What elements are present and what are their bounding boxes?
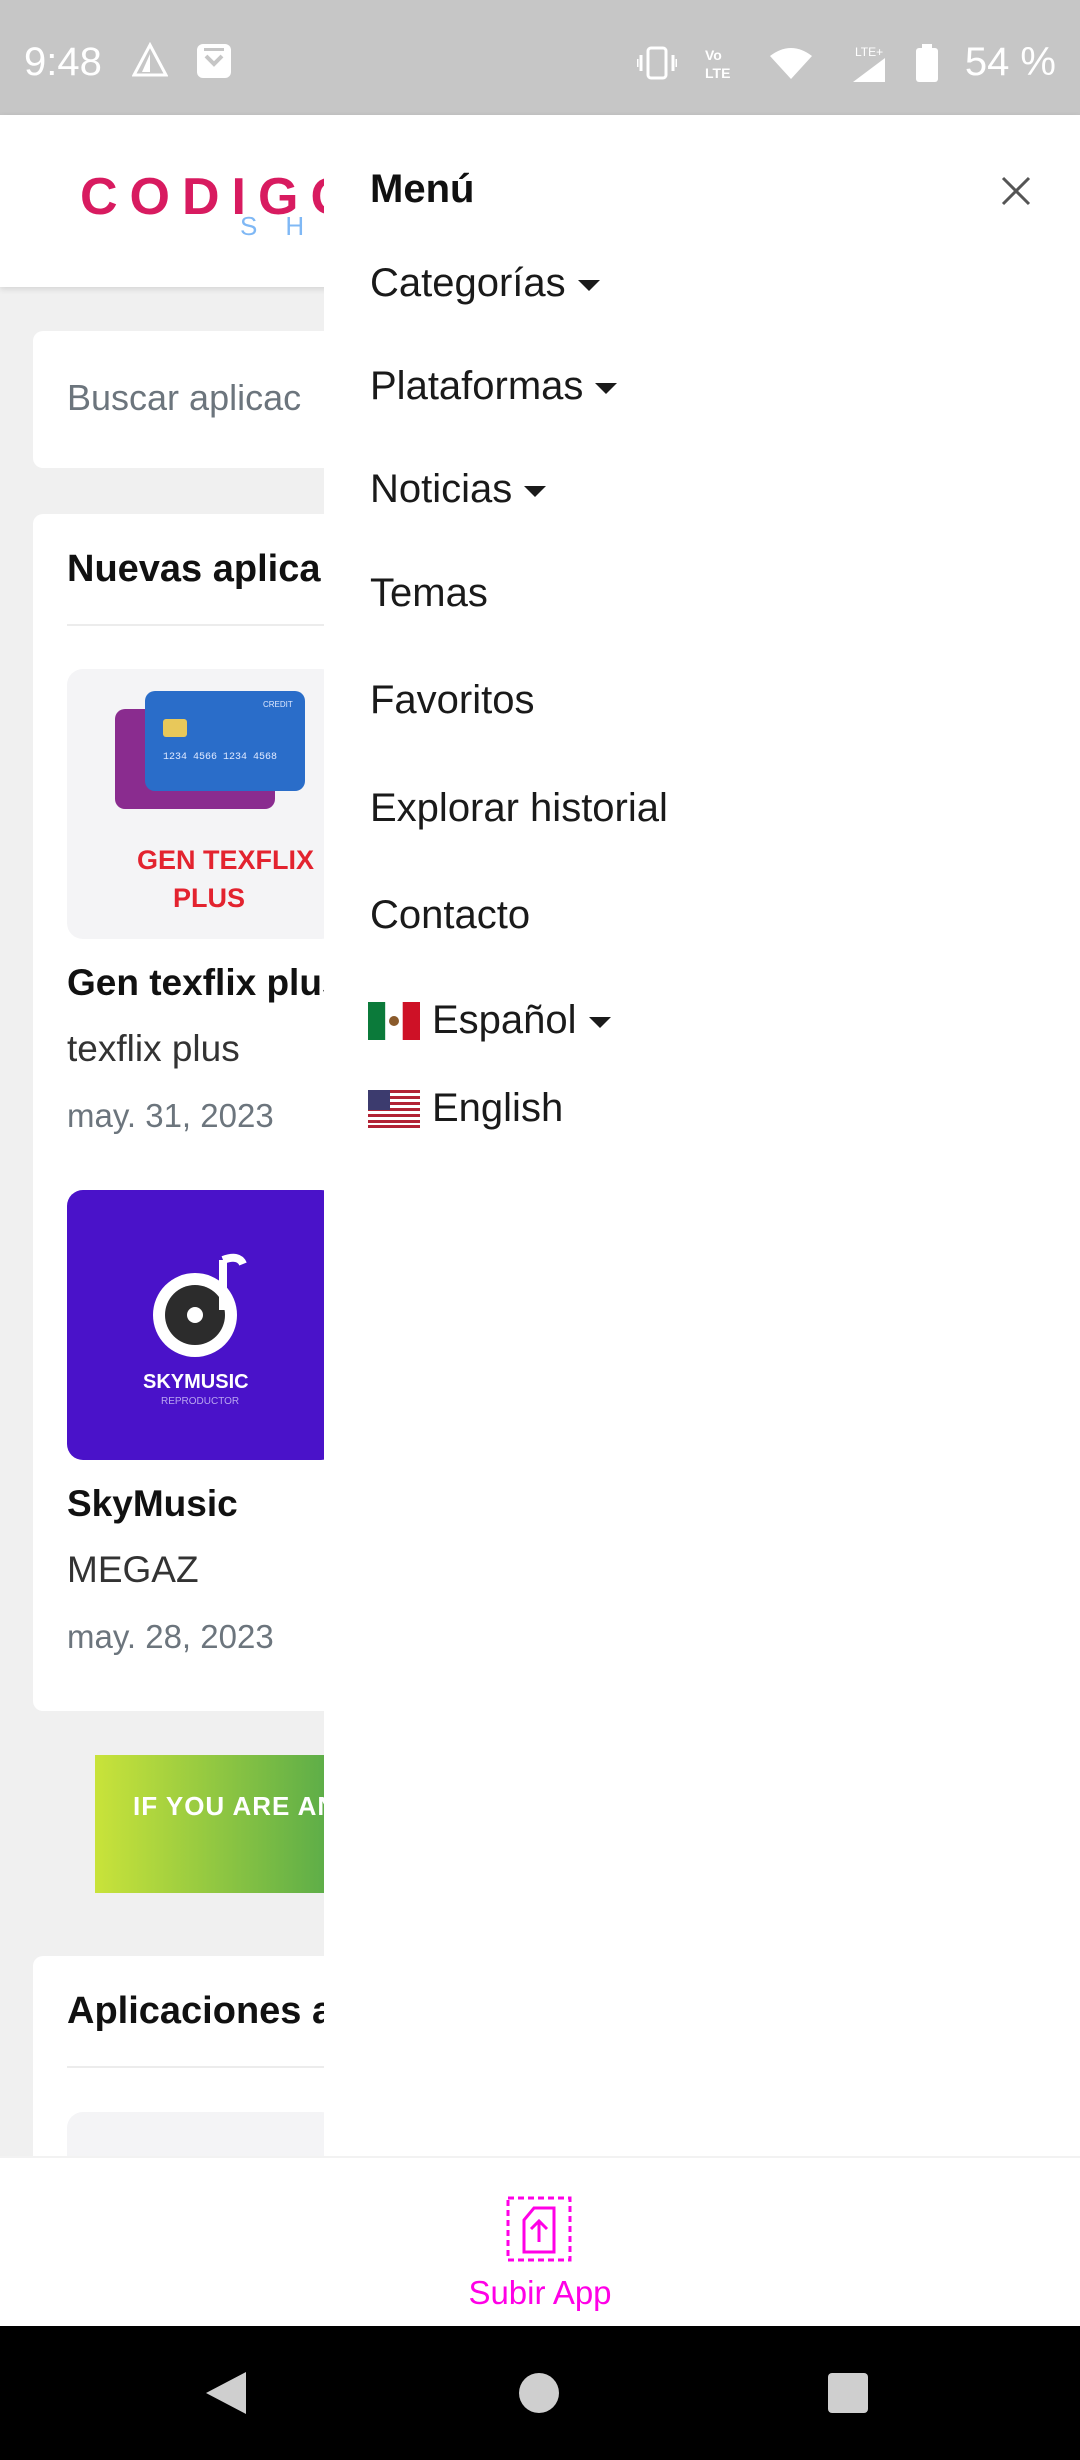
upload-app-button[interactable] (504, 2194, 574, 2264)
svg-text:LTE: LTE (705, 65, 730, 81)
language-option-english[interactable]: English (368, 1086, 563, 1131)
language-selector-espanol[interactable]: Español (368, 998, 611, 1043)
language-label: English (432, 1086, 564, 1130)
menu-item-label: Explorar historial (370, 786, 668, 830)
search-input[interactable]: Buscar aplicac (67, 377, 301, 419)
caret-down-icon (577, 280, 600, 291)
home-icon[interactable] (519, 2373, 559, 2413)
close-button[interactable] (992, 167, 1040, 215)
menu-title: Menú (370, 167, 475, 211)
new-apps-title: Nuevas aplica (67, 548, 321, 590)
status-notification-icons (132, 40, 234, 80)
system-navigation-bar (0, 2326, 1080, 2460)
volte-icon: Vo LTE (705, 47, 730, 81)
lte-signal-icon: LTE+ (852, 45, 885, 82)
thumb-text-line-1: SKYMUSIC (143, 1371, 249, 1393)
app-name[interactable]: Gen texflix plus (67, 962, 343, 1004)
thumb-text-line-2: REPRODUCTOR (161, 1396, 239, 1407)
wifi-icon (769, 47, 812, 79)
alert-triangle-icon (132, 42, 168, 77)
menu-item-label: Temas (370, 571, 488, 615)
back-icon[interactable] (204, 2370, 248, 2416)
mexico-flag-icon (368, 1001, 420, 1040)
app-thumbnail-skymusic[interactable]: SKYMUSIC REPRODUCTOR (67, 1190, 337, 1460)
battery-percent: 54 % (964, 40, 1056, 84)
app-developer: texflix plus (67, 1028, 240, 1069)
app-thumbnail-gen-texflix[interactable]: 1234 4566 1234 4568 CREDIT GEN TEXFLIX P… (67, 669, 337, 939)
menu-item-label: Categorías (370, 261, 566, 305)
app-date: may. 31, 2023 (67, 1097, 274, 1134)
svg-text:1234 4566 1234 4568: 1234 4566 1234 4568 (163, 752, 277, 763)
menu-item-label: Plataformas (370, 364, 584, 408)
shopping-bag-icon (197, 44, 231, 78)
menu-item-label: Contacto (370, 893, 531, 937)
status-system-icons: Vo LTE LTE+ 54 % (636, 40, 1056, 85)
recent-apps-icon[interactable] (828, 2373, 868, 2413)
side-menu-drawer: Menú Categorías Plataformas Noticias Tem… (324, 115, 1080, 2156)
menu-item-label: Noticias (370, 467, 513, 511)
credit-card-image: 1234 4566 1234 4568 CREDIT GEN TEXFLIX P… (115, 691, 314, 913)
bottom-action-bar: Subir App (0, 2156, 1080, 2326)
music-disc-icon: SKYMUSIC REPRODUCTOR (143, 1253, 249, 1407)
upload-icon (506, 2196, 572, 2262)
upload-app-label[interactable]: Subir App (0, 2274, 1080, 2312)
svg-text:CREDIT: CREDIT (263, 700, 293, 709)
battery-icon (915, 43, 938, 82)
caret-down-icon (588, 1017, 611, 1028)
thumb-text-line-1: GEN TEXFLIX (137, 845, 314, 875)
svg-text:LTE+: LTE+ (855, 45, 883, 59)
vibrate-icon (636, 46, 677, 79)
status-bar: 9:48 Vo LTE LTE+ 54 % (0, 0, 1080, 115)
popular-apps-title: Aplicaciones a (67, 1990, 334, 2032)
menu-item-temas[interactable]: Temas (370, 571, 488, 616)
menu-item-categorias[interactable]: Categorías (370, 261, 600, 306)
menu-item-plataformas[interactable]: Plataformas (370, 364, 618, 409)
thumb-text-line-2: PLUS (173, 883, 245, 913)
menu-item-favoritos[interactable]: Favoritos (370, 678, 535, 723)
caret-down-icon (595, 383, 618, 394)
menu-item-explorar-historial[interactable]: Explorar historial (370, 786, 668, 831)
status-time: 9:48 (24, 40, 102, 84)
caret-down-icon (524, 486, 547, 497)
app-name[interactable]: SkyMusic (67, 1483, 238, 1525)
usa-flag-icon (368, 1089, 420, 1128)
menu-item-noticias[interactable]: Noticias (370, 467, 547, 512)
menu-item-label: Favoritos (370, 678, 535, 722)
app-developer: MEGAZ (67, 1549, 199, 1590)
close-icon (1001, 176, 1031, 206)
menu-item-contacto[interactable]: Contacto (370, 893, 530, 938)
svg-text:Vo: Vo (705, 47, 722, 63)
app-date: may. 28, 2023 (67, 1618, 274, 1655)
language-label: Español (432, 998, 577, 1042)
